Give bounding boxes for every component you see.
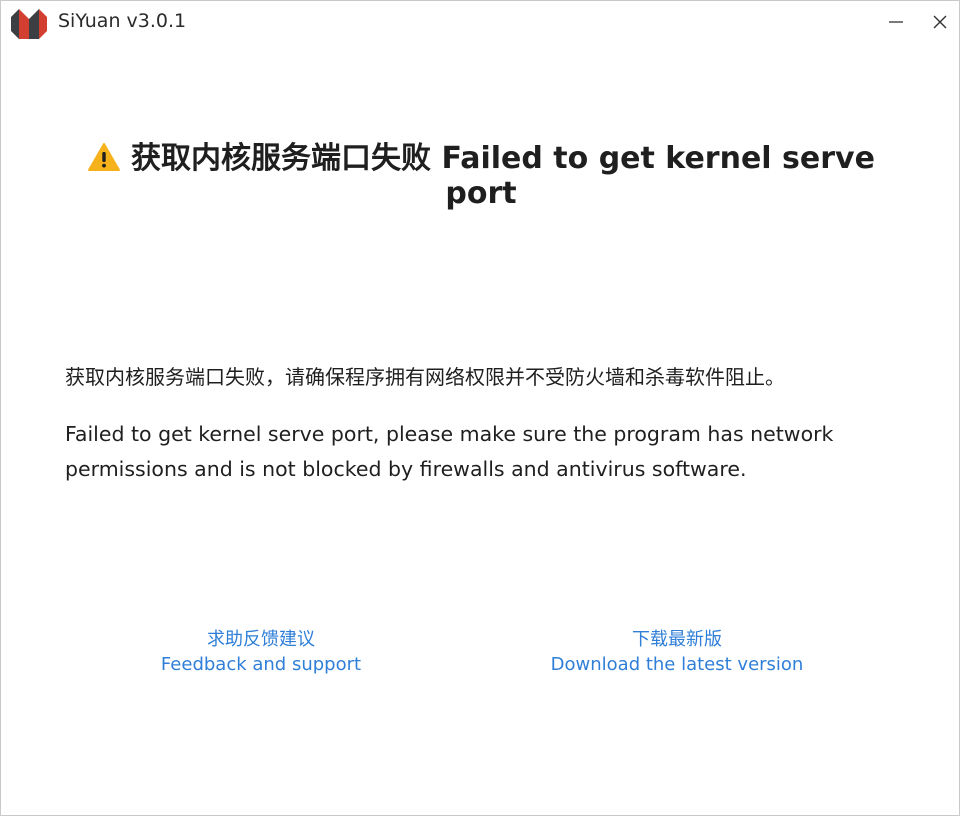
app-window: SiYuan v3.0.1 获取内核服务端口失败 Failed to get k… <box>0 0 960 816</box>
minimize-button[interactable] <box>876 7 916 37</box>
download-link[interactable]: 下载最新版 Download the latest version <box>531 627 823 677</box>
download-link-en[interactable]: Download the latest version <box>531 652 823 677</box>
download-link-cn[interactable]: 下载最新版 <box>531 627 823 652</box>
window-title: SiYuan v3.0.1 <box>58 10 187 32</box>
close-icon <box>933 15 947 29</box>
close-button[interactable] <box>920 7 960 37</box>
feedback-link-cn[interactable]: 求助反馈建议 <box>141 627 381 652</box>
error-message-cn: 获取内核服务端口失败，请确保程序拥有网络权限并不受防火墙和杀毒软件阻止。 <box>65 365 785 389</box>
app-logo-icon <box>11 9 47 39</box>
minimize-icon <box>889 21 903 23</box>
error-message-en: Failed to get kernel serve port, please … <box>65 422 834 481</box>
title-bar[interactable]: SiYuan v3.0.1 <box>1 1 959 45</box>
feedback-link[interactable]: 求助反馈建议 Feedback and support <box>141 627 381 677</box>
feedback-link-en[interactable]: Feedback and support <box>141 652 381 677</box>
error-heading: 获取内核服务端口失败 Failed to get kernel serve po… <box>61 141 901 211</box>
error-heading-text: 获取内核服务端口失败 Failed to get kernel serve po… <box>131 141 875 211</box>
warning-icon <box>88 143 121 171</box>
